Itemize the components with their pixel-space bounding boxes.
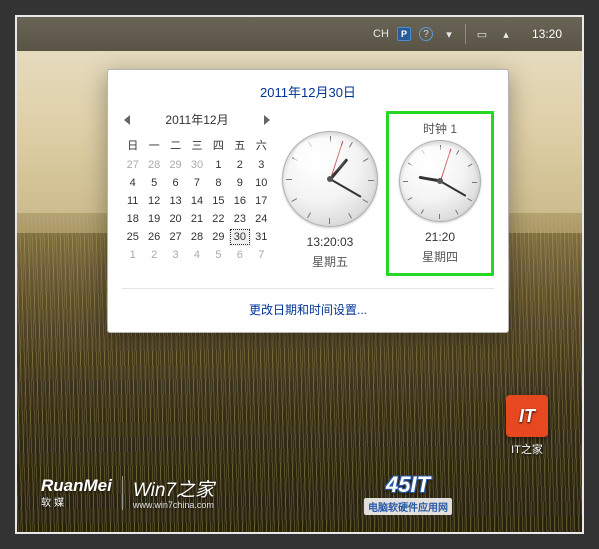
calendar-day[interactable]: 11 xyxy=(122,192,143,210)
calendar-day[interactable]: 3 xyxy=(165,246,186,264)
calendar-day[interactable]: 30 xyxy=(229,228,250,246)
taskbar-clock[interactable]: 13:20 xyxy=(526,27,568,41)
analog-clock-face xyxy=(282,131,378,227)
calendar-day[interactable]: 9 xyxy=(229,174,250,192)
clock-digital-time: 21:20 xyxy=(425,230,455,244)
calendar-day[interactable]: 26 xyxy=(143,228,164,246)
current-date-header: 2011年12月30日 xyxy=(122,82,494,101)
calendar-day[interactable]: 7 xyxy=(186,174,207,192)
tray-divider xyxy=(465,24,466,44)
desktop-wallpaper: CH P ? ▾ ▭ ▴ 13:20 2011年12月30日 2011年12月 … xyxy=(15,15,584,534)
calendar-day[interactable]: 7 xyxy=(251,246,272,264)
calendar-day[interactable]: 14 xyxy=(186,192,207,210)
calendar-dow: 日 xyxy=(122,134,143,156)
calendar-dow: 六 xyxy=(251,134,272,156)
calendar-day[interactable]: 12 xyxy=(143,192,164,210)
calendar-day[interactable]: 6 xyxy=(165,174,186,192)
calendar-day[interactable]: 24 xyxy=(251,210,272,228)
calendar-dow: 二 xyxy=(165,134,186,156)
chevron-down-icon[interactable]: ▾ xyxy=(441,26,457,42)
win7china-logo: Win7之家www.win7china.com xyxy=(133,475,214,510)
calendar-day[interactable]: 23 xyxy=(229,210,250,228)
calendar-day[interactable]: 8 xyxy=(208,174,229,192)
calendar-dow: 四 xyxy=(208,134,229,156)
action-center-icon[interactable]: ▭ xyxy=(474,26,490,42)
desktop-shortcut-label: IT之家 xyxy=(500,441,554,457)
clock-digital-time: 13:20:03 xyxy=(307,235,354,249)
system-tray: CH P ? ▾ ▭ ▴ xyxy=(373,24,514,44)
calendar-day[interactable]: 30 xyxy=(186,156,207,174)
ime-indicator[interactable]: CH xyxy=(373,26,389,42)
calendar-day[interactable]: 19 xyxy=(143,210,164,228)
calendar-day[interactable]: 17 xyxy=(251,192,272,210)
calendar-day[interactable]: 27 xyxy=(122,156,143,174)
calendar-dow: 一 xyxy=(143,134,164,156)
calendar-day[interactable]: 5 xyxy=(143,174,164,192)
secondary-clock: 时钟 1 21:20 星期四 xyxy=(386,111,494,276)
calendar-month-label[interactable]: 2011年12月 xyxy=(165,111,228,128)
calendar-day[interactable]: 20 xyxy=(165,210,186,228)
tray-app-icon[interactable]: P xyxy=(397,27,411,41)
calendar-day[interactable]: 29 xyxy=(208,228,229,246)
calendar-day[interactable]: 1 xyxy=(122,246,143,264)
calendar-day[interactable]: 5 xyxy=(208,246,229,264)
calendar-day[interactable]: 3 xyxy=(251,156,272,174)
calendar-dow: 五 xyxy=(229,134,250,156)
ruanmei-logo: RuanMei软媒 xyxy=(41,476,112,509)
calendar-day[interactable]: 1 xyxy=(208,156,229,174)
ithome-app-icon: IT xyxy=(506,395,548,437)
calendar-day[interactable]: 13 xyxy=(165,192,186,210)
calendar-day[interactable]: 29 xyxy=(165,156,186,174)
calendar-day[interactable]: 18 xyxy=(122,210,143,228)
clock-weekday: 星期四 xyxy=(422,248,458,265)
date-time-flyout: 2011年12月30日 2011年12月 日一二三四五六272829301234… xyxy=(107,69,509,333)
clock-weekday: 星期五 xyxy=(312,253,348,270)
calendar-day[interactable]: 6 xyxy=(229,246,250,264)
calendar-day[interactable]: 2 xyxy=(143,246,164,264)
calendar-day[interactable]: 31 xyxy=(251,228,272,246)
calendar-dow: 三 xyxy=(186,134,207,156)
calendar-day[interactable]: 28 xyxy=(186,228,207,246)
change-date-time-settings-link[interactable]: 更改日期和时间设置... xyxy=(122,288,494,324)
calendar-day[interactable]: 4 xyxy=(186,246,207,264)
desktop-shortcut-ithome[interactable]: IT IT之家 xyxy=(500,395,554,457)
calendar-day[interactable]: 28 xyxy=(143,156,164,174)
tray-overflow-icon[interactable]: ▴ xyxy=(498,26,514,42)
calendar-day[interactable]: 2 xyxy=(229,156,250,174)
calendar-day[interactable]: 22 xyxy=(208,210,229,228)
calendar-day[interactable]: 27 xyxy=(165,228,186,246)
calendar-day[interactable]: 4 xyxy=(122,174,143,192)
calendar: 2011年12月 日一二三四五六272829301234567891011121… xyxy=(122,111,272,264)
analog-clock-face xyxy=(399,140,481,222)
help-icon[interactable]: ? xyxy=(419,27,433,41)
watermark-left: RuanMei软媒 Win7之家www.win7china.com xyxy=(41,475,214,510)
calendar-day[interactable]: 16 xyxy=(229,192,250,210)
calendar-day[interactable]: 25 xyxy=(122,228,143,246)
calendar-day[interactable]: 10 xyxy=(251,174,272,192)
taskbar: CH P ? ▾ ▭ ▴ 13:20 xyxy=(17,17,582,51)
calendar-day[interactable]: 21 xyxy=(186,210,207,228)
prev-month-button[interactable] xyxy=(124,115,130,125)
clock-title: 时钟 1 xyxy=(423,120,457,136)
next-month-button[interactable] xyxy=(264,115,270,125)
primary-clock: 13:20:03 星期五 xyxy=(282,111,378,276)
watermark-45it: 45IT 电脑软硬件应用网 xyxy=(364,472,452,516)
calendar-day[interactable]: 15 xyxy=(208,192,229,210)
